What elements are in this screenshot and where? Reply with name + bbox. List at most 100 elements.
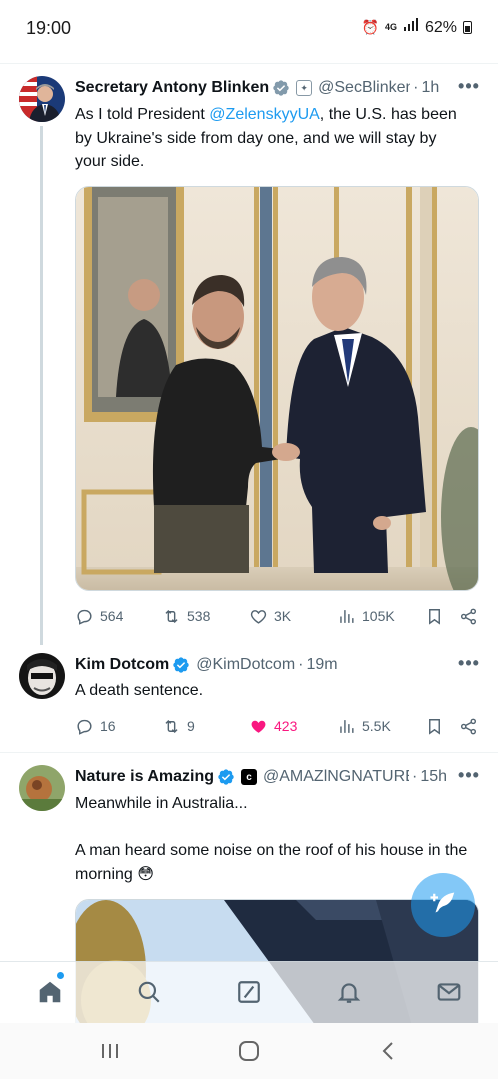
timestamp[interactable]: 19m bbox=[306, 656, 337, 674]
separator-dot: · bbox=[413, 79, 419, 96]
messages-icon bbox=[437, 983, 461, 1001]
tab-home[interactable] bbox=[36, 978, 64, 1006]
heart-icon bbox=[250, 609, 267, 624]
like-button[interactable]: 3K bbox=[249, 607, 291, 626]
mention-link[interactable]: @ZelenskyyUA bbox=[209, 106, 320, 123]
tweet-kimdotcom[interactable]: Kim Dotcom @KimDotcom · 19m ••• A death … bbox=[0, 645, 498, 752]
more-options-icon[interactable]: ••• bbox=[458, 77, 480, 101]
handle[interactable]: @KimDotcom bbox=[196, 656, 295, 674]
display-name[interactable]: Nature is Amazing bbox=[75, 768, 214, 786]
tweet-blinken[interactable]: Secretary Antony Blinken ✦ @SecBlinken ·… bbox=[0, 64, 498, 645]
home-icon bbox=[39, 981, 61, 1003]
status-bar: 19:00 ⏰ 4G 62% bbox=[0, 0, 498, 50]
alarm-icon: ⏰ bbox=[361, 19, 379, 35]
status-icons: ⏰ 4G 62% bbox=[362, 18, 472, 37]
reply-icon bbox=[77, 719, 92, 735]
display-name[interactable]: Secretary Antony Blinken bbox=[75, 79, 269, 97]
like-count: 3K bbox=[274, 608, 292, 624]
tweet-actions: 16 9 423 5.5K bbox=[75, 714, 480, 738]
tab-messages[interactable] bbox=[435, 978, 463, 1006]
bottom-tab-bar bbox=[0, 961, 498, 1023]
reply-icon bbox=[77, 609, 92, 625]
tab-notifications[interactable] bbox=[335, 978, 363, 1006]
repost-count: 9 bbox=[187, 718, 195, 734]
tab-search[interactable] bbox=[135, 978, 163, 1006]
repost-icon bbox=[165, 609, 178, 623]
back-button[interactable] bbox=[377, 1039, 401, 1063]
share-button[interactable] bbox=[459, 717, 478, 736]
status-time: 19:00 bbox=[26, 18, 72, 38]
home-circle-icon bbox=[239, 1041, 259, 1061]
tweet-header: Kim Dotcom @KimDotcom · 19m bbox=[75, 654, 448, 676]
separator-dot: · bbox=[298, 656, 304, 673]
avatar[interactable] bbox=[19, 653, 65, 699]
verified-badge-icon bbox=[217, 768, 235, 786]
notifications-icon bbox=[337, 983, 361, 1003]
repost-icon bbox=[165, 719, 178, 733]
views-count: 5.5K bbox=[362, 718, 391, 734]
signal-icon bbox=[403, 18, 419, 37]
recents-icon bbox=[102, 1044, 118, 1058]
like-button[interactable]: 423 bbox=[249, 717, 297, 736]
separator-dot: · bbox=[412, 768, 418, 785]
recents-button[interactable] bbox=[98, 1039, 122, 1063]
system-navigation-bar bbox=[0, 1023, 498, 1079]
battery-icon bbox=[463, 21, 472, 34]
tweet-header: Nature is Amazing c @AMAZlNGNATURE · 15h bbox=[75, 766, 448, 788]
reply-count: 564 bbox=[100, 608, 124, 624]
avatar[interactable] bbox=[19, 76, 65, 122]
like-count: 423 bbox=[274, 718, 298, 734]
views-count: 105K bbox=[362, 608, 395, 624]
more-options-icon[interactable]: ••• bbox=[458, 766, 480, 790]
share-button[interactable] bbox=[459, 607, 478, 626]
share-icon bbox=[460, 608, 477, 624]
new-posts-dot bbox=[57, 972, 64, 979]
tweet-text: As I told President @ZelenskyyUA, the U.… bbox=[75, 103, 468, 174]
views-button[interactable]: 5.5K bbox=[337, 717, 391, 736]
avatar[interactable] bbox=[19, 765, 65, 811]
text-segment: As I told President bbox=[75, 106, 210, 123]
government-seal-icon: ✦ bbox=[296, 80, 313, 96]
back-icon bbox=[382, 1042, 393, 1060]
repost-button[interactable]: 538 bbox=[162, 607, 210, 626]
bookmark-icon bbox=[429, 718, 440, 735]
views-icon bbox=[340, 719, 354, 733]
tweet-text-line2: A man heard some noise on the roof of hi… bbox=[75, 842, 468, 883]
feather-plus-icon bbox=[430, 892, 455, 913]
display-name[interactable]: Kim Dotcom bbox=[75, 656, 169, 674]
tweet-actions: 564 538 3K 105K bbox=[75, 604, 480, 628]
reply-button[interactable]: 16 bbox=[75, 717, 116, 736]
tweet-photo[interactable] bbox=[75, 186, 479, 591]
repost-count: 538 bbox=[187, 608, 211, 624]
affiliate-badge-icon: c bbox=[241, 769, 257, 785]
photo-handshake bbox=[76, 187, 478, 590]
timestamp[interactable]: 1h bbox=[421, 79, 439, 97]
system-home-button[interactable] bbox=[237, 1039, 261, 1063]
handle[interactable]: @AMAZlNGNATURE bbox=[263, 768, 409, 786]
search-icon bbox=[138, 981, 160, 1003]
bookmark-button[interactable] bbox=[425, 717, 444, 736]
verified-badge-icon bbox=[272, 79, 290, 97]
share-icon bbox=[460, 718, 477, 734]
handle[interactable]: @SecBlinken bbox=[318, 79, 410, 97]
reply-count: 16 bbox=[100, 718, 116, 734]
repost-button[interactable]: 9 bbox=[162, 717, 195, 736]
network-icon: 4G bbox=[384, 22, 397, 32]
verified-badge-icon bbox=[172, 656, 190, 674]
views-button[interactable]: 105K bbox=[337, 607, 395, 626]
heart-filled-icon bbox=[251, 720, 266, 733]
compose-button[interactable] bbox=[411, 873, 475, 937]
timestamp[interactable]: 15h bbox=[420, 768, 447, 786]
previous-tweet-edge bbox=[0, 50, 498, 64]
bookmark-button[interactable] bbox=[425, 607, 444, 626]
tweet-text: A death sentence. bbox=[75, 682, 204, 699]
grok-icon bbox=[238, 981, 260, 1003]
tweet-text-line1: Meanwhile in Australia... bbox=[75, 795, 248, 812]
tab-grok[interactable] bbox=[235, 978, 263, 1006]
more-options-icon[interactable]: ••• bbox=[458, 654, 480, 678]
thread-line bbox=[40, 126, 43, 645]
bookmark-icon bbox=[429, 608, 440, 625]
tweet-header: Secretary Antony Blinken ✦ @SecBlinken ·… bbox=[75, 77, 448, 99]
reply-button[interactable]: 564 bbox=[75, 607, 123, 626]
views-icon bbox=[340, 609, 354, 623]
